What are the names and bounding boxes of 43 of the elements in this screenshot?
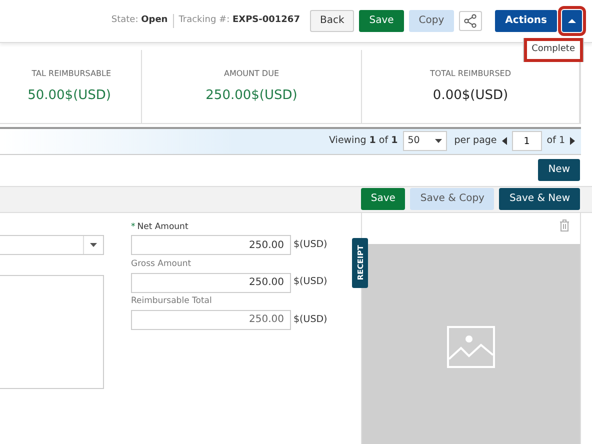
currency-label: $(USD) [294, 238, 328, 252]
per-page-select[interactable]: 50 [402, 131, 447, 151]
field-label: Gross Amount [131, 258, 192, 269]
back-button[interactable]: Back [310, 10, 354, 32]
summary-value: 250.00$(USD) [204, 86, 298, 105]
caret-icon [90, 242, 97, 246]
currency-label: $(USD) [294, 275, 328, 290]
new-button[interactable]: New [538, 159, 580, 181]
next-page-icon[interactable] [570, 137, 575, 145]
save-and-new-button[interactable]: Save & New [499, 188, 580, 210]
page-input[interactable]: 1 [512, 131, 542, 151]
amount-field[interactable]: 250.00 [131, 272, 291, 292]
amount-field[interactable]: 250.00 [131, 235, 291, 256]
summary-label: TOTAL REIMBURSED [429, 68, 512, 80]
state-label: State: [111, 15, 140, 26]
viewing-count: Viewing 1 of 1 [329, 134, 398, 148]
tracking-number: EXPS-001267 [232, 15, 300, 26]
save-and-copy-button[interactable]: Save & Copy [410, 188, 494, 210]
save-button[interactable]: Save [360, 188, 406, 210]
actions-button[interactable]: Actions [495, 10, 557, 32]
caret-icon [434, 139, 442, 143]
share-button[interactable] [459, 10, 482, 32]
summary-value: 50.00$(USD) [28, 86, 111, 105]
save-button[interactable]: Save [359, 10, 404, 32]
page-total: of 1 [546, 134, 565, 148]
state-value: Open [141, 15, 168, 26]
share-icon [464, 14, 478, 28]
per-page-label: per page [454, 134, 497, 148]
field-label: Reimbursable Total [131, 296, 212, 306]
field-label: Net Amount [137, 222, 188, 232]
caret-icon [568, 18, 576, 23]
tracking-label: Tracking #: [178, 15, 231, 26]
summary-label: AMOUNT DUE [222, 68, 280, 80]
dropdown-toggle-button[interactable] [562, 10, 582, 32]
previous-page-icon[interactable] [502, 137, 507, 145]
image-icon [447, 326, 495, 368]
currency-label: $(USD) [294, 312, 328, 327]
dropdown-field[interactable] [0, 234, 104, 254]
copy-button[interactable]: Copy [408, 10, 454, 32]
amount-field: 250.00 [131, 310, 291, 330]
required-mark: * [131, 222, 136, 232]
summary-label: TAL REIMBURSABLE [32, 68, 111, 80]
summary-value: 0.00$(USD) [432, 86, 510, 105]
